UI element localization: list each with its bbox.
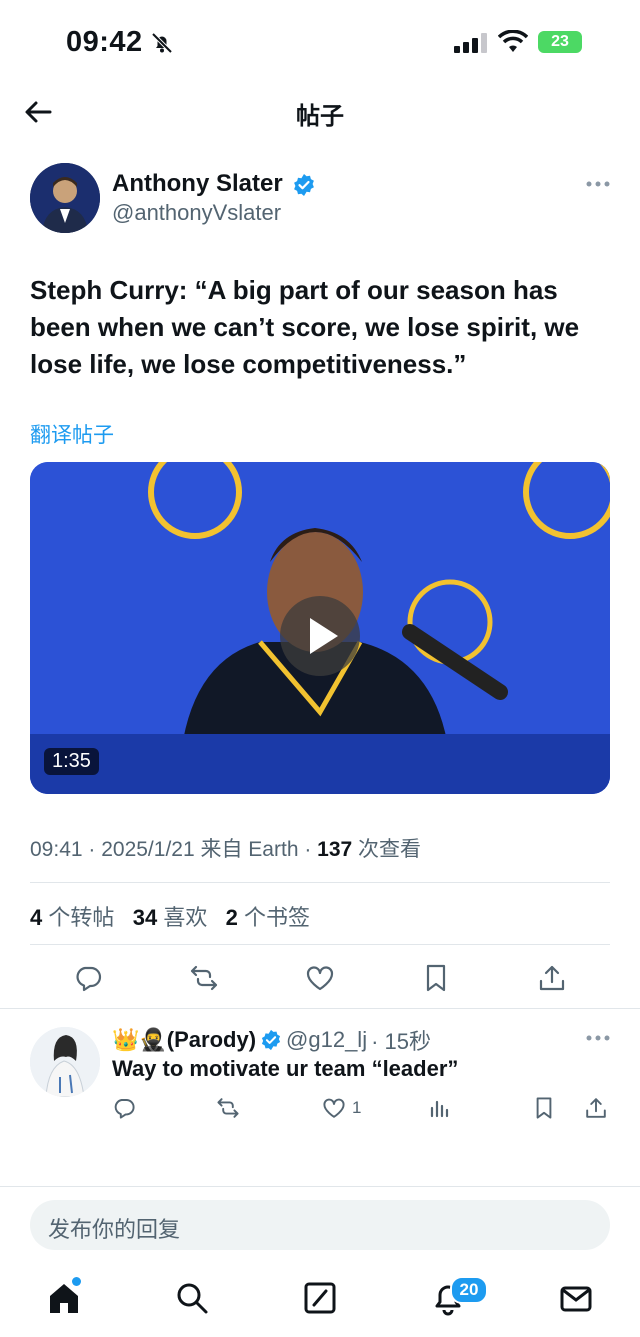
reply-header: 👑🥷(Parody) @g12_lj · 15秒: [112, 1024, 431, 1056]
battery-level: 23: [551, 33, 569, 50]
video-duration: 1:35: [44, 748, 99, 775]
reply-icon[interactable]: [73, 963, 103, 993]
tweet-text: Steph Curry: “A big part of our season h…: [30, 275, 580, 379]
reply-like-count: 1: [352, 1098, 362, 1117]
cellular-signal-icon: [454, 33, 487, 53]
play-button[interactable]: [280, 596, 360, 676]
notifications-badge: 20: [450, 1276, 488, 1304]
bookmarks-stat[interactable]: 2 个书签: [226, 905, 310, 930]
bottom-nav: [0, 1270, 640, 1330]
reply-like-action[interactable]: 1: [322, 1096, 361, 1120]
views-count: 137: [317, 838, 353, 861]
reply-reply-action[interactable]: [112, 1096, 136, 1120]
author-avatar[interactable]: [30, 163, 100, 233]
home-unread-dot: [72, 1277, 81, 1286]
like-icon[interactable]: [305, 963, 335, 993]
bell-off-icon: [151, 32, 173, 54]
play-icon: [310, 618, 338, 654]
like-icon: [323, 1098, 345, 1118]
reply-author-name[interactable]: 👑🥷(Parody): [112, 1027, 256, 1053]
tweet-meta: 09:41 · 2025/1/21 来自 Earth · 137 次查看: [30, 833, 421, 863]
reply-time: · 15秒: [371, 1029, 432, 1054]
wifi-icon: [498, 30, 528, 52]
compose-icon[interactable]: [302, 1280, 338, 1316]
tweet-stats: 4 个转帖 34 喜欢 2 个书签: [30, 900, 310, 932]
divider: [30, 944, 610, 945]
views-label: 次查看: [352, 838, 422, 861]
likes-stat[interactable]: 34 喜欢: [133, 905, 208, 930]
page-title: 帖子: [296, 103, 344, 130]
verified-badge-icon: [261, 1029, 281, 1051]
reply-composer[interactable]: 发布你的回复: [30, 1200, 610, 1250]
reply-views-action[interactable]: [428, 1096, 452, 1120]
bookmark-icon: [536, 1097, 552, 1119]
verified-badge-icon: [294, 174, 314, 196]
reply-bookmark-action[interactable]: [532, 1096, 556, 1120]
avatar-image: [30, 163, 100, 233]
share-icon: [586, 1098, 606, 1118]
author-name[interactable]: Anthony Slater: [112, 170, 283, 198]
bookmark-icon[interactable]: [421, 963, 451, 993]
tweet-actions: [30, 958, 610, 998]
reply-avatar-image: [30, 1027, 100, 1097]
more-options-icon[interactable]: [584, 174, 612, 194]
share-icon[interactable]: [537, 963, 567, 993]
retweet-icon: [217, 1098, 239, 1118]
reply-icon: [114, 1099, 135, 1119]
messages-icon[interactable]: [558, 1280, 594, 1316]
battery-icon: 23: [538, 31, 582, 53]
reply-avatar[interactable]: [30, 1027, 100, 1097]
reply-actions: 1: [112, 1096, 610, 1126]
divider: [0, 1008, 640, 1009]
tweet-timestamp: 09:41 · 2025/1/21 来自 Earth ·: [30, 838, 318, 861]
divider: [30, 882, 610, 883]
reply-retweet-action[interactable]: [216, 1096, 240, 1120]
reply-share-action[interactable]: [584, 1096, 608, 1120]
author-handle[interactable]: @anthonyVslater: [112, 200, 281, 226]
search-icon[interactable]: [174, 1280, 210, 1316]
video-player[interactable]: 1:35: [30, 462, 610, 794]
retweet-icon[interactable]: [189, 963, 219, 993]
reply-more-icon[interactable]: [584, 1028, 612, 1048]
status-time: 09:42: [66, 26, 143, 58]
reply-composer-placeholder: 发布你的回复: [48, 1217, 181, 1242]
reply-author-handle[interactable]: @g12_lj: [286, 1027, 367, 1053]
translate-link[interactable]: 翻译帖子: [30, 419, 114, 449]
retweets-stat[interactable]: 4 个转帖: [30, 905, 114, 930]
reply-text: Way to motivate ur team “leader”: [112, 1056, 459, 1081]
divider: [0, 1186, 640, 1187]
analytics-icon: [430, 1100, 449, 1118]
